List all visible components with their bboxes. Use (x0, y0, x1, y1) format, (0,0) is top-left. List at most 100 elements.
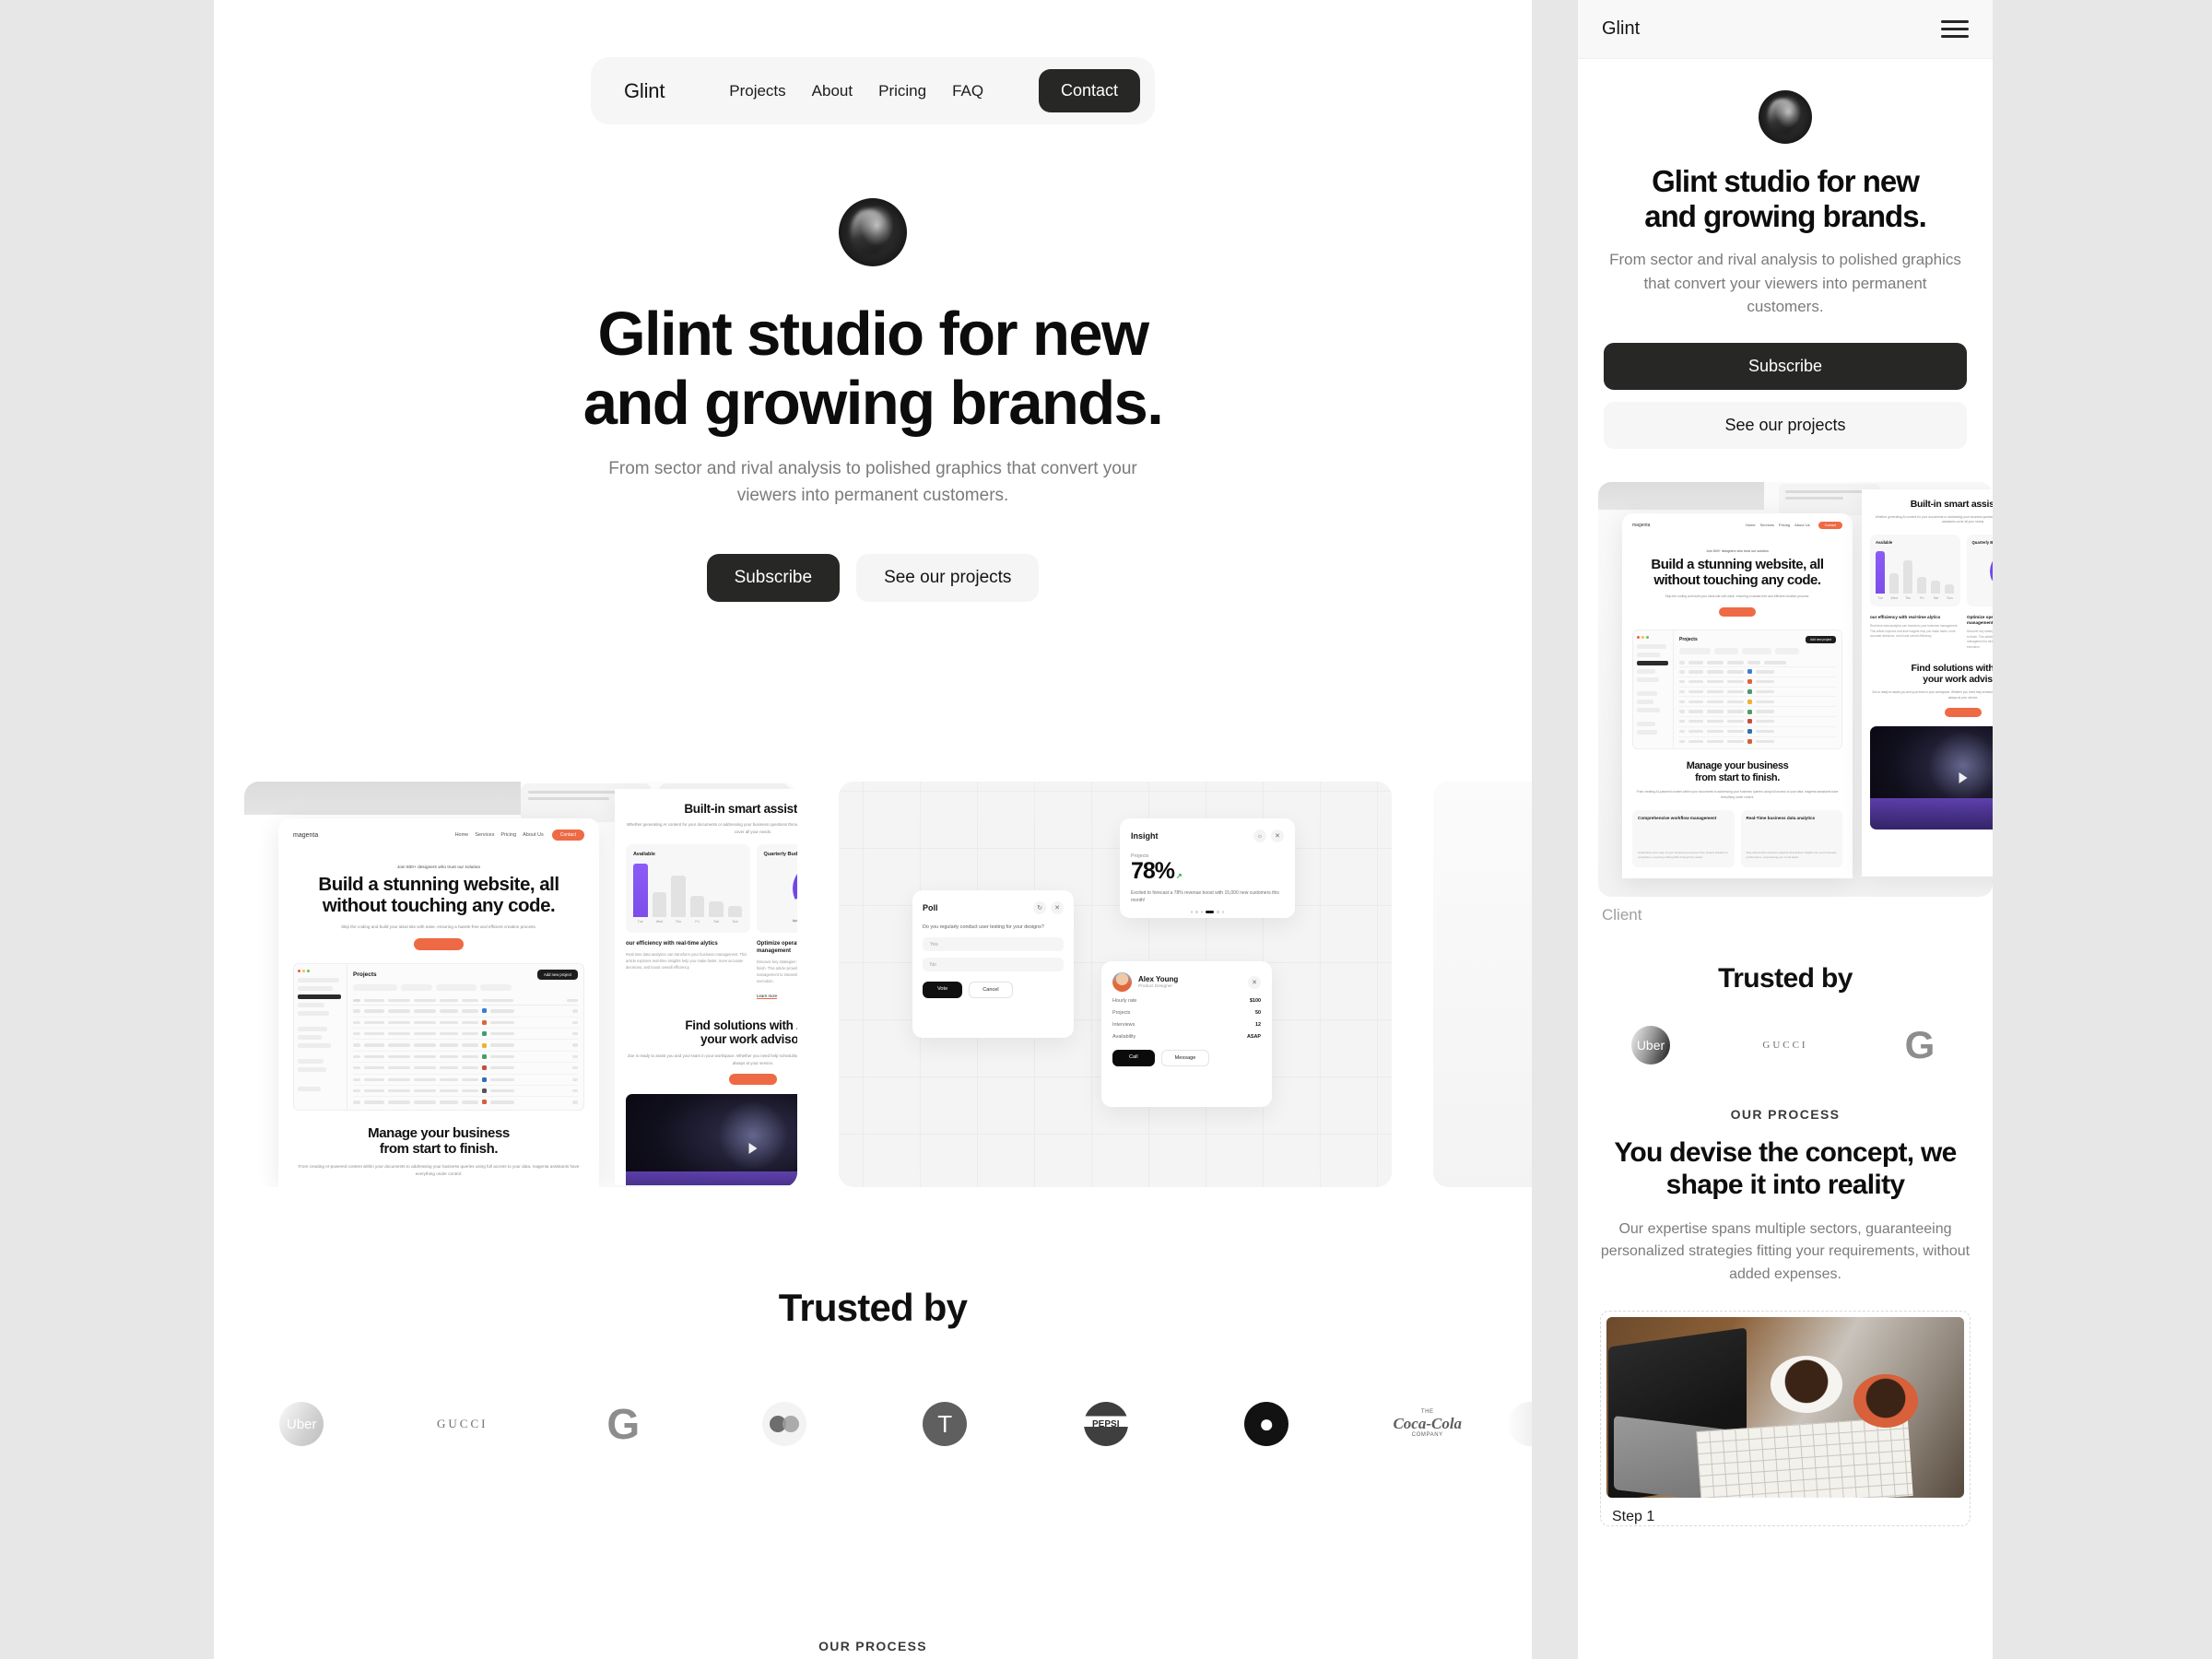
our-process-eyebrow: OUR PROCESS (818, 1639, 927, 1653)
project-card[interactable]: Client (1433, 782, 1532, 1187)
desktop-preview-panel: Glint Projects About Pricing FAQ Contact… (214, 0, 1532, 1659)
mobile-logo-carousel[interactable]: Uber GUCCI G (1578, 1018, 1993, 1072)
hero-section: Glint studio for new and growing brands.… (214, 124, 1532, 602)
video-floor (1870, 798, 1993, 830)
mobile-hero-section: Glint studio for new and growing brands.… (1578, 59, 1993, 449)
mobile-subscribe-button[interactable]: Subscribe (1604, 342, 1967, 390)
mockup-headline: Build a stunning website, all without to… (1651, 556, 1824, 588)
mockup-badge: Join 500+ designers who trust our soluti… (1706, 548, 1769, 553)
bar-label: Tue (637, 920, 643, 924)
mobile-card-client-label: Client (1602, 905, 1642, 924)
mobile-project-card[interactable]: magenta Home Services Pricing About Us C… (1598, 481, 1994, 897)
carousel-dots (1131, 911, 1284, 913)
mockup-bar-chart (633, 864, 743, 918)
hamburger-menu-icon[interactable] (1941, 20, 1969, 38)
mockup-section2-line1: Manage your business (368, 1124, 510, 1141)
logo-gucci: GUCCI (382, 1396, 544, 1452)
mockup-video-thumbnail (1870, 726, 1993, 830)
logo-github: ● (1186, 1396, 1347, 1452)
project-card[interactable]: magenta Home Services Pricing About Us C… (244, 782, 797, 1187)
logo-carousel[interactable]: Uber GUCCI G T PEPSI ● THE Coca-Cola COM… (214, 1396, 1532, 1452)
mockup-chart2-title: Quarterly Budget (1971, 540, 1994, 546)
blueprint-paper-shape (1696, 1416, 1913, 1498)
mockup-learn-more-link: Learn more (757, 993, 778, 999)
poll-actions: ↻ ✕ (1033, 901, 1064, 914)
mockup-bar-labels: Tue Wed Thu Fri Sat Sun (633, 920, 743, 924)
mockup-section2-sub: From creating AI-powered content within … (1636, 790, 1839, 799)
subscribe-button[interactable]: Subscribe (706, 553, 841, 602)
brand-logo[interactable]: Glint (624, 79, 665, 103)
mockup-nav-link: About Us (523, 832, 544, 838)
nav-link-about[interactable]: About (812, 82, 853, 100)
step-label: Step 1 (1612, 1508, 1655, 1524)
mobile-trusted-by-section: Trusted by Uber GUCCI G (1578, 963, 1993, 1072)
mockup-article-columns: our efficiency with real-time alytics Re… (626, 941, 797, 1001)
card-gray-band (244, 782, 521, 815)
stat-value: 50 (1255, 1010, 1261, 1016)
contact-button[interactable]: Contact (1038, 69, 1140, 112)
mockup-charts-row: Available Tue Wed Thu Fri Sat Sun Quarte… (1870, 535, 1994, 607)
mobile-preview-panel: Glint Glint studio for new and growing b… (1578, 0, 1993, 1659)
projects-carousel[interactable]: magenta Home Services Pricing About Us C… (214, 782, 1532, 1215)
mockup-badge: Join 500+ designers who trust our soluti… (396, 865, 481, 869)
mockup-nav-link: Home (454, 832, 469, 838)
bar-label: Wed (655, 920, 664, 924)
mockup-cta-button (414, 937, 464, 950)
mockup-nav-link: About Us (1794, 523, 1810, 528)
mockup-feature-card: Comprehensive workflow management Stream… (1632, 809, 1735, 867)
close-icon: ✕ (1271, 830, 1284, 842)
mobile-trusted-by-heading: Trusted by (1718, 962, 1853, 994)
mockup-filter-bar (1679, 648, 1836, 655)
tesla-icon: T (923, 1402, 968, 1446)
mobile-brand-logo[interactable]: Glint (1602, 18, 1640, 40)
mockup-sidebar (1633, 630, 1674, 749)
mockup-zoe-line1: Find solutions with Zoe, (1911, 662, 1993, 674)
mobile-step-card[interactable]: Step 1 (1600, 1310, 1971, 1526)
mobile-see-projects-button[interactable]: See our projects (1604, 401, 1967, 449)
nav-link-projects[interactable]: Projects (729, 82, 785, 100)
next-logo-icon (1508, 1402, 1532, 1446)
logo-mastercard (704, 1396, 865, 1452)
bar-label: Sat (1933, 596, 1939, 601)
mockup-contact-button: Contact (551, 830, 584, 841)
person-identity: Alex Young Product Designer (1138, 975, 1178, 989)
stat-label: Availability (1112, 1034, 1136, 1040)
mockup-zoe-cta (729, 1074, 777, 1086)
nav-link-pricing[interactable]: Pricing (878, 82, 926, 100)
mockup-sidebar (294, 963, 347, 1110)
google-icon: G (1904, 1022, 1936, 1066)
mockup-nav-link: Services (1759, 523, 1774, 528)
bar-label: Sun (732, 920, 738, 924)
logo-gucci: GUCCI (1718, 1018, 1853, 1072)
orange-coffee-cup (1853, 1373, 1918, 1428)
bar-label: Fri (695, 920, 700, 924)
mockup-zoe-cta (1945, 708, 1982, 718)
mobile-card-gray-band (1598, 481, 1764, 510)
person-buttons: Call Message (1112, 1050, 1261, 1066)
hero-cta-group: Subscribe See our projects (214, 553, 1532, 602)
person-role: Product Designer (1138, 984, 1173, 989)
mockup-article-title: Optimize operations with workflow manage… (1967, 615, 1993, 626)
mockup-bar-chart-card: Available Tue Wed Thu Fri Sat Sun (1870, 535, 1960, 607)
mockup-article-body: Real-time data analytics can transform y… (1870, 624, 1959, 639)
mobile-hero-subtitle: From sector and rival analysis to polish… (1609, 251, 1961, 316)
mockup-bar-chart-card: Available Tue Wed Thu Fri Sat Sun (626, 844, 750, 934)
mockup-article: Optimize operations with workflow manage… (1967, 615, 1993, 650)
bar-label: Sun (1947, 596, 1953, 601)
mockup-cta-button (1719, 607, 1756, 618)
mockup-charts-row: Available Tue Wed Thu Fri Sat Sun Quarte… (626, 844, 797, 934)
gucci-icon: GUCCI (437, 1417, 488, 1430)
mockup-article: Optimize operations with workflow manage… (757, 941, 797, 1001)
person-header: Alex Young Product Designer ✕ (1112, 972, 1261, 992)
project-card[interactable]: Poll ↻ ✕ Do you regularly conduct user t… (839, 782, 1392, 1187)
mastercard-icon (761, 1402, 806, 1446)
mobile-header: Glint (1578, 0, 1993, 59)
see-our-projects-button[interactable]: See our projects (856, 553, 1040, 602)
mockup-article-body: Discover key strategies for managing bus… (1967, 629, 1993, 649)
nav-link-faq[interactable]: FAQ (952, 82, 983, 100)
poll-buttons: Vote Cancel (923, 982, 1064, 999)
person-name: Alex Young (1138, 975, 1179, 983)
video-glow (713, 1096, 793, 1176)
mockup-article-body: Discover key strategies for managing bus… (757, 959, 797, 983)
bar-label: Thu (1905, 596, 1912, 601)
